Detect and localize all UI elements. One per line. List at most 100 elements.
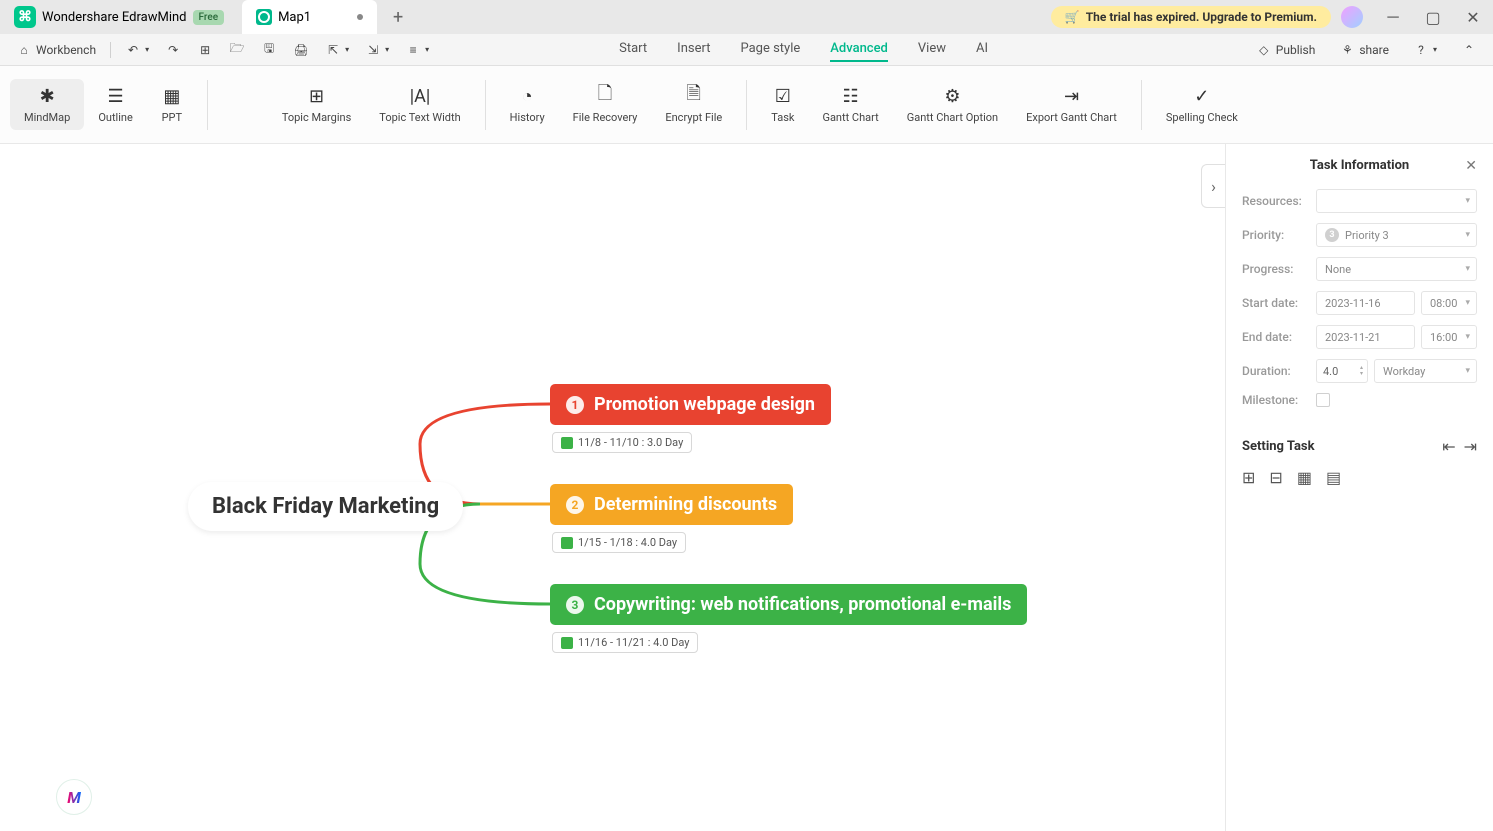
encrypt-icon: 🗎 — [683, 85, 705, 107]
topic-text-width-button[interactable]: |A|Topic Text Width — [365, 79, 474, 130]
share-button[interactable]: ⚘share — [1333, 39, 1395, 61]
save-button[interactable]: 🖫 — [255, 39, 283, 61]
redo-icon: ↷ — [165, 42, 181, 58]
app-tab[interactable]: ⌘ Wondershare EdrawMind Free — [0, 0, 238, 34]
child-node-1[interactable]: 1 Promotion webpage design — [550, 384, 831, 425]
date-chip-1[interactable]: 11/8 - 11/10 : 3.0 Day — [552, 432, 692, 453]
new-tab-button[interactable]: + — [385, 4, 411, 30]
label-duration: Duration: — [1242, 364, 1316, 378]
print-button[interactable]: 🖨 — [287, 39, 315, 61]
home-icon: ⌂ — [16, 42, 32, 58]
spelling-check-button[interactable]: ✓Spelling Check — [1152, 79, 1252, 130]
milestone-checkbox[interactable] — [1316, 393, 1330, 407]
unsaved-indicator-icon — [357, 14, 363, 20]
file-recovery-button[interactable]: 🗋File Recovery — [559, 79, 652, 130]
publish-button[interactable]: ◇Publish — [1250, 39, 1322, 61]
undo-button[interactable]: ↶▾ — [119, 39, 155, 61]
list-view-button[interactable]: ▤ — [1326, 468, 1341, 487]
caret-icon: ▾ — [425, 45, 429, 54]
text-width-icon: |A| — [409, 85, 431, 107]
duration-spinner[interactable]: 4.0 — [1316, 359, 1368, 383]
resources-select[interactable] — [1316, 189, 1477, 213]
label-start-date: Start date: — [1242, 296, 1316, 310]
maximize-button[interactable]: ▢ — [1413, 2, 1453, 32]
app-logo-icon: ⌘ — [14, 6, 36, 28]
history-button[interactable]: ◔History — [496, 79, 559, 130]
progress-select[interactable]: None — [1316, 257, 1477, 281]
open-button[interactable]: 🗁 — [223, 39, 251, 61]
caret-icon: ▾ — [345, 45, 349, 54]
caret-icon: ▾ — [1433, 45, 1437, 54]
export-icon: ⇱ — [325, 42, 341, 58]
root-node[interactable]: Black Friday Marketing — [188, 482, 463, 531]
priority-select[interactable]: 3 Priority 3 — [1316, 223, 1477, 247]
tab-page-style[interactable]: Page style — [740, 37, 800, 62]
tab-view[interactable]: View — [918, 37, 946, 62]
child-node-2[interactable]: 2 Determining discounts — [550, 484, 793, 525]
tab-insert[interactable]: Insert — [677, 37, 710, 62]
mindmap-icon: ✱ — [36, 85, 58, 107]
indent-right-icon[interactable]: ⇥ — [1464, 437, 1477, 456]
mindmap-canvas[interactable]: Black Friday Marketing 1 Promotion webpa… — [0, 144, 1225, 831]
workbench-button[interactable]: ⌂ Workbench — [10, 39, 102, 61]
end-time-input[interactable]: 16:00 — [1421, 325, 1477, 349]
recovery-icon: 🗋 — [594, 85, 616, 107]
view-ppt-button[interactable]: ▦ PPT — [147, 79, 197, 130]
end-date-input[interactable]: 2023-11-21 — [1316, 325, 1415, 349]
import-button[interactable]: ⇲▾ — [359, 39, 395, 61]
user-avatar[interactable] — [1341, 6, 1363, 28]
view-outline-button[interactable]: ☰ Outline — [84, 79, 147, 130]
duration-unit-select[interactable]: Workday — [1374, 359, 1477, 383]
child-node-3[interactable]: 3 Copywriting: web notifications, promot… — [550, 584, 1027, 625]
new-button[interactable]: ⊞ — [191, 39, 219, 61]
tab-advanced[interactable]: Advanced — [830, 37, 888, 62]
advanced-tools-group: ⊞Topic Margins |A|Topic Text Width — [268, 79, 475, 130]
share-icon: ⚘ — [1339, 42, 1355, 58]
export-button[interactable]: ⇱▾ — [319, 39, 355, 61]
minimize-button[interactable]: ─ — [1373, 2, 1413, 32]
gantt-option-button[interactable]: ⚙Gantt Chart Option — [893, 79, 1012, 130]
outline-icon: ☰ — [105, 85, 127, 107]
gantt-chart-button[interactable]: ☷Gantt Chart — [808, 79, 892, 130]
view-mindmap-button[interactable]: ✱ MindMap — [10, 79, 84, 130]
ppt-icon: ▦ — [161, 85, 183, 107]
panel-close-button[interactable]: ✕ — [1465, 158, 1477, 174]
start-time-input[interactable]: 08:00 — [1421, 291, 1477, 315]
tab-ai[interactable]: AI — [976, 37, 988, 62]
document-tab[interactable]: Map1 — [242, 0, 377, 34]
save-icon: 🖫 — [261, 42, 277, 58]
export-gantt-icon: ⇥ — [1060, 85, 1082, 107]
caret-icon: ▾ — [145, 45, 149, 54]
print-icon: 🖨 — [293, 42, 309, 58]
more-button[interactable]: ≡▾ — [399, 39, 435, 61]
collapse-ribbon-button[interactable]: ⌃ — [1455, 39, 1483, 61]
redo-button[interactable]: ↷ — [159, 39, 187, 61]
add-task-button[interactable]: ⊞ — [1242, 468, 1255, 487]
encrypt-file-button[interactable]: 🗎Encrypt File — [651, 79, 736, 130]
import-icon: ⇲ — [365, 42, 381, 58]
priority-dot-icon: 3 — [1325, 228, 1339, 242]
priority-badge-2: 2 — [566, 496, 584, 514]
indent-left-icon[interactable]: ⇤ — [1442, 437, 1455, 456]
start-date-input[interactable]: 2023-11-16 — [1316, 291, 1415, 315]
help-icon: ? — [1413, 42, 1429, 58]
date-chip-3[interactable]: 11/16 - 11/21 : 4.0 Day — [552, 632, 698, 653]
new-icon: ⊞ — [197, 42, 213, 58]
free-badge: Free — [193, 10, 225, 25]
label-end-date: End date: — [1242, 330, 1316, 344]
tab-start[interactable]: Start — [619, 37, 647, 62]
trial-banner[interactable]: 🛒 The trial has expired. Upgrade to Prem… — [1051, 6, 1331, 28]
brand-floating-icon[interactable]: M — [56, 779, 92, 815]
grid-view-button[interactable]: ▦ — [1297, 468, 1312, 487]
toggle-panel-button[interactable]: › — [1201, 164, 1225, 208]
close-window-button[interactable]: ✕ — [1453, 2, 1493, 32]
task-button[interactable]: ☑Task — [757, 79, 808, 130]
help-button[interactable]: ?▾ — [1407, 39, 1443, 61]
remove-task-button[interactable]: ⊟ — [1269, 468, 1282, 487]
topic-margins-button[interactable]: ⊞Topic Margins — [268, 79, 365, 130]
date-chip-2[interactable]: 1/15 - 1/18 : 4.0 Day — [552, 532, 686, 553]
history-icon: ◔ — [516, 85, 538, 107]
document-icon — [256, 9, 272, 25]
export-gantt-button[interactable]: ⇥Export Gantt Chart — [1012, 79, 1131, 130]
view-mode-group: ✱ MindMap ☰ Outline ▦ PPT — [10, 79, 197, 130]
